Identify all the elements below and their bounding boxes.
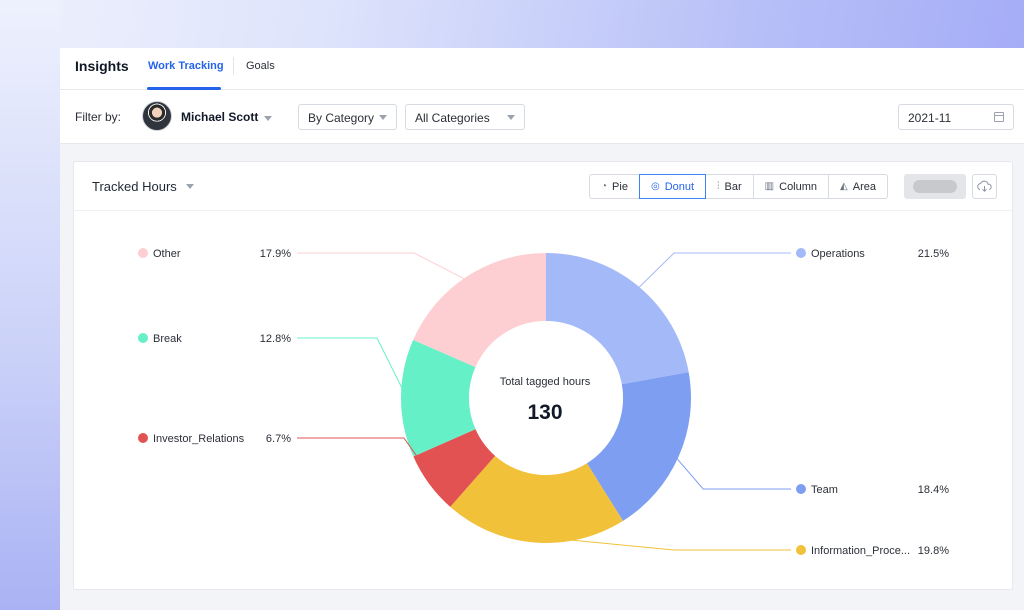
category-value: All Categories: [415, 111, 490, 125]
avatar[interactable]: [142, 101, 172, 131]
legend-label-investor-relations: Investor_Relations: [153, 433, 245, 445]
legend-dot-operations: [796, 248, 806, 258]
filter-bar: Filter by: Michael Scott By Category All…: [60, 90, 1024, 144]
legend-dot-investor-relations: [138, 433, 148, 443]
legend-dot-break: [138, 333, 148, 343]
date-picker[interactable]: 2021-11: [898, 104, 1014, 130]
chevron-down-icon[interactable]: [264, 116, 272, 121]
legend-value-break: 12.8%: [260, 333, 291, 345]
legend-dot-team: [796, 484, 806, 494]
donut-hole: [469, 321, 623, 475]
tab-divider: [233, 57, 234, 75]
legend-dot-information-proce: [796, 545, 806, 555]
leader-line-break: [297, 337, 408, 399]
chevron-down-icon: [507, 115, 515, 120]
legend-value-investor-relations: 6.7%: [266, 433, 291, 445]
tab-goals[interactable]: Goals: [246, 60, 275, 72]
donut-button[interactable]: ◎ Donut: [638, 174, 707, 199]
leader-line-team: [672, 453, 791, 490]
chevron-down-icon: [379, 115, 387, 120]
donut-button-label: Donut: [664, 180, 695, 193]
legend-value-information-proce: 19.8%: [918, 545, 949, 557]
legend-label-team: Team: [811, 484, 838, 496]
date-value: 2021-11: [908, 111, 952, 125]
legend-value-operations: 21.5%: [918, 248, 949, 260]
leader-line-operations: [634, 252, 791, 292]
legend-label-information-proce: Information_Proce...: [811, 545, 910, 557]
donut-icon: ◎: [650, 181, 660, 192]
filter-label: Filter by:: [75, 110, 122, 124]
calendar-icon: [994, 112, 1004, 122]
legend-dot-other: [138, 248, 148, 258]
legend-value-other: 17.9%: [260, 248, 291, 260]
center-value: 130: [527, 401, 562, 424]
legend-label-operations: Operations: [811, 248, 865, 260]
group-by-select[interactable]: By Category: [298, 104, 397, 130]
center-label: Total tagged hours: [500, 376, 591, 388]
background-strip: [0, 0, 60, 610]
group-by-value: By Category: [308, 111, 375, 125]
tab-work-tracking[interactable]: Work Tracking: [148, 60, 224, 72]
page-title: Insights: [75, 58, 129, 74]
user-select[interactable]: Michael Scott: [181, 110, 258, 124]
tabs-bar: Insights Work Tracking Goals: [60, 48, 1024, 90]
insights-panel: Insights Work Tracking Goals Filter by: …: [60, 48, 1024, 610]
leader-line-other: [297, 252, 471, 283]
tracked-hours-card: Tracked Hours ◔ Pie ◎ Donut ⫶ Bar ▥ Colu…: [73, 161, 1013, 590]
donut-chart: Operations 21.5% Team 18.4% Information_Proc…: [138, 248, 949, 557]
legend-label-other: Other: [153, 248, 181, 260]
category-select[interactable]: All Categories: [405, 104, 525, 130]
legend-value-team: 18.4%: [918, 484, 949, 496]
legend-label-break: Break: [153, 333, 182, 345]
